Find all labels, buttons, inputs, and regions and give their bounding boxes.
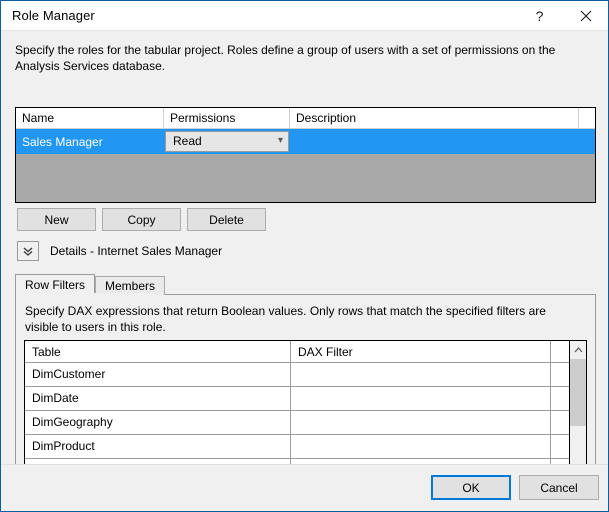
dax-table-cell[interactable]: DimProduct [25, 435, 291, 458]
dax-table-cell[interactable]: DimCustomer [25, 363, 291, 386]
dax-filter-cell[interactable] [291, 435, 551, 458]
ok-button[interactable]: OK [431, 475, 511, 500]
role-row-filler [579, 129, 595, 154]
tab-row-filters[interactable]: Row Filters [15, 274, 96, 295]
column-header-name[interactable]: Name [16, 108, 164, 128]
scrollbar-thumb[interactable] [570, 359, 586, 426]
intro-text: Specify the roles for the tabular projec… [15, 43, 556, 73]
tab-panel-seam [16, 293, 154, 295]
close-icon[interactable] [563, 1, 608, 30]
column-header-description[interactable]: Description [290, 108, 579, 128]
role-description-cell[interactable] [290, 129, 579, 154]
chevron-up-glyph [574, 346, 582, 352]
permissions-dropdown-value: Read [173, 134, 202, 148]
dialog-body: Specify the roles for the tabular projec… [1, 30, 608, 511]
double-chevron-down-icon[interactable] [17, 241, 39, 261]
cancel-button[interactable]: Cancel [519, 475, 599, 500]
roles-grid[interactable]: Name Permissions Description Sales Manag… [15, 107, 596, 203]
dax-filter-cell[interactable] [291, 411, 551, 434]
dax-row-filler [551, 363, 569, 386]
roles-grid-empty-area [16, 154, 595, 202]
roles-grid-header: Name Permissions Description [16, 108, 595, 129]
tab-panel-row-filters: Specify DAX expressions that return Bool… [15, 294, 596, 486]
title-bar: Role Manager ? [1, 1, 608, 30]
new-button[interactable]: New [17, 208, 96, 231]
dax-filter-cell[interactable] [291, 363, 551, 386]
table-row[interactable]: DimGeography [25, 411, 569, 435]
role-permission-cell[interactable]: Read ▾ [164, 129, 290, 154]
copy-button[interactable]: Copy [102, 208, 181, 231]
chevron-down-icon: ▾ [277, 135, 283, 146]
role-manager-dialog: Role Manager ? Specify the roles for the… [0, 0, 609, 512]
chevron-up-icon[interactable] [570, 341, 586, 358]
table-row[interactable]: DimCustomer [25, 363, 569, 387]
details-header: Details - Internet Sales Manager [17, 241, 222, 261]
dax-row-filler [551, 411, 569, 434]
dax-filter-cell[interactable] [291, 387, 551, 410]
question-mark-glyph: ? [535, 7, 544, 24]
delete-button[interactable]: Delete [187, 208, 266, 231]
table-row[interactable]: DimDate [25, 387, 569, 411]
tab-panel-description: Specify DAX expressions that return Bool… [25, 304, 546, 334]
column-header-filler [579, 108, 595, 128]
dialog-footer: OK Cancel [1, 464, 608, 511]
dax-table-cell[interactable]: DimGeography [25, 411, 291, 434]
role-name-cell[interactable]: Sales Manager [16, 129, 164, 154]
table-row[interactable]: DimProduct [25, 435, 569, 459]
dax-grid-header: Table DAX Filter [25, 341, 569, 363]
column-header-dax-filter[interactable]: DAX Filter [291, 341, 551, 362]
dax-table-cell[interactable]: DimDate [25, 387, 291, 410]
permissions-dropdown[interactable]: Read ▾ [165, 130, 289, 152]
details-label: Details - Internet Sales Manager [50, 244, 223, 258]
tab-strip: Row Filters Members [15, 273, 166, 295]
close-glyph [580, 10, 591, 21]
dax-grid-rows: Table DAX Filter DimCustomer DimDate Dim… [25, 341, 569, 476]
column-header-table[interactable]: Table [25, 341, 291, 362]
double-chevron-glyph [23, 247, 33, 256]
column-header-permissions[interactable]: Permissions [164, 108, 290, 128]
dax-row-filler [551, 435, 569, 458]
column-header-dax-filler [551, 341, 569, 362]
help-icon[interactable]: ? [517, 1, 562, 30]
dax-filter-grid[interactable]: Table DAX Filter DimCustomer DimDate Dim… [24, 340, 587, 477]
dialog-title: Role Manager [12, 8, 95, 23]
table-row[interactable]: Sales Manager Read ▾ [16, 129, 595, 154]
dax-row-filler [551, 387, 569, 410]
vertical-scrollbar[interactable] [569, 341, 586, 476]
